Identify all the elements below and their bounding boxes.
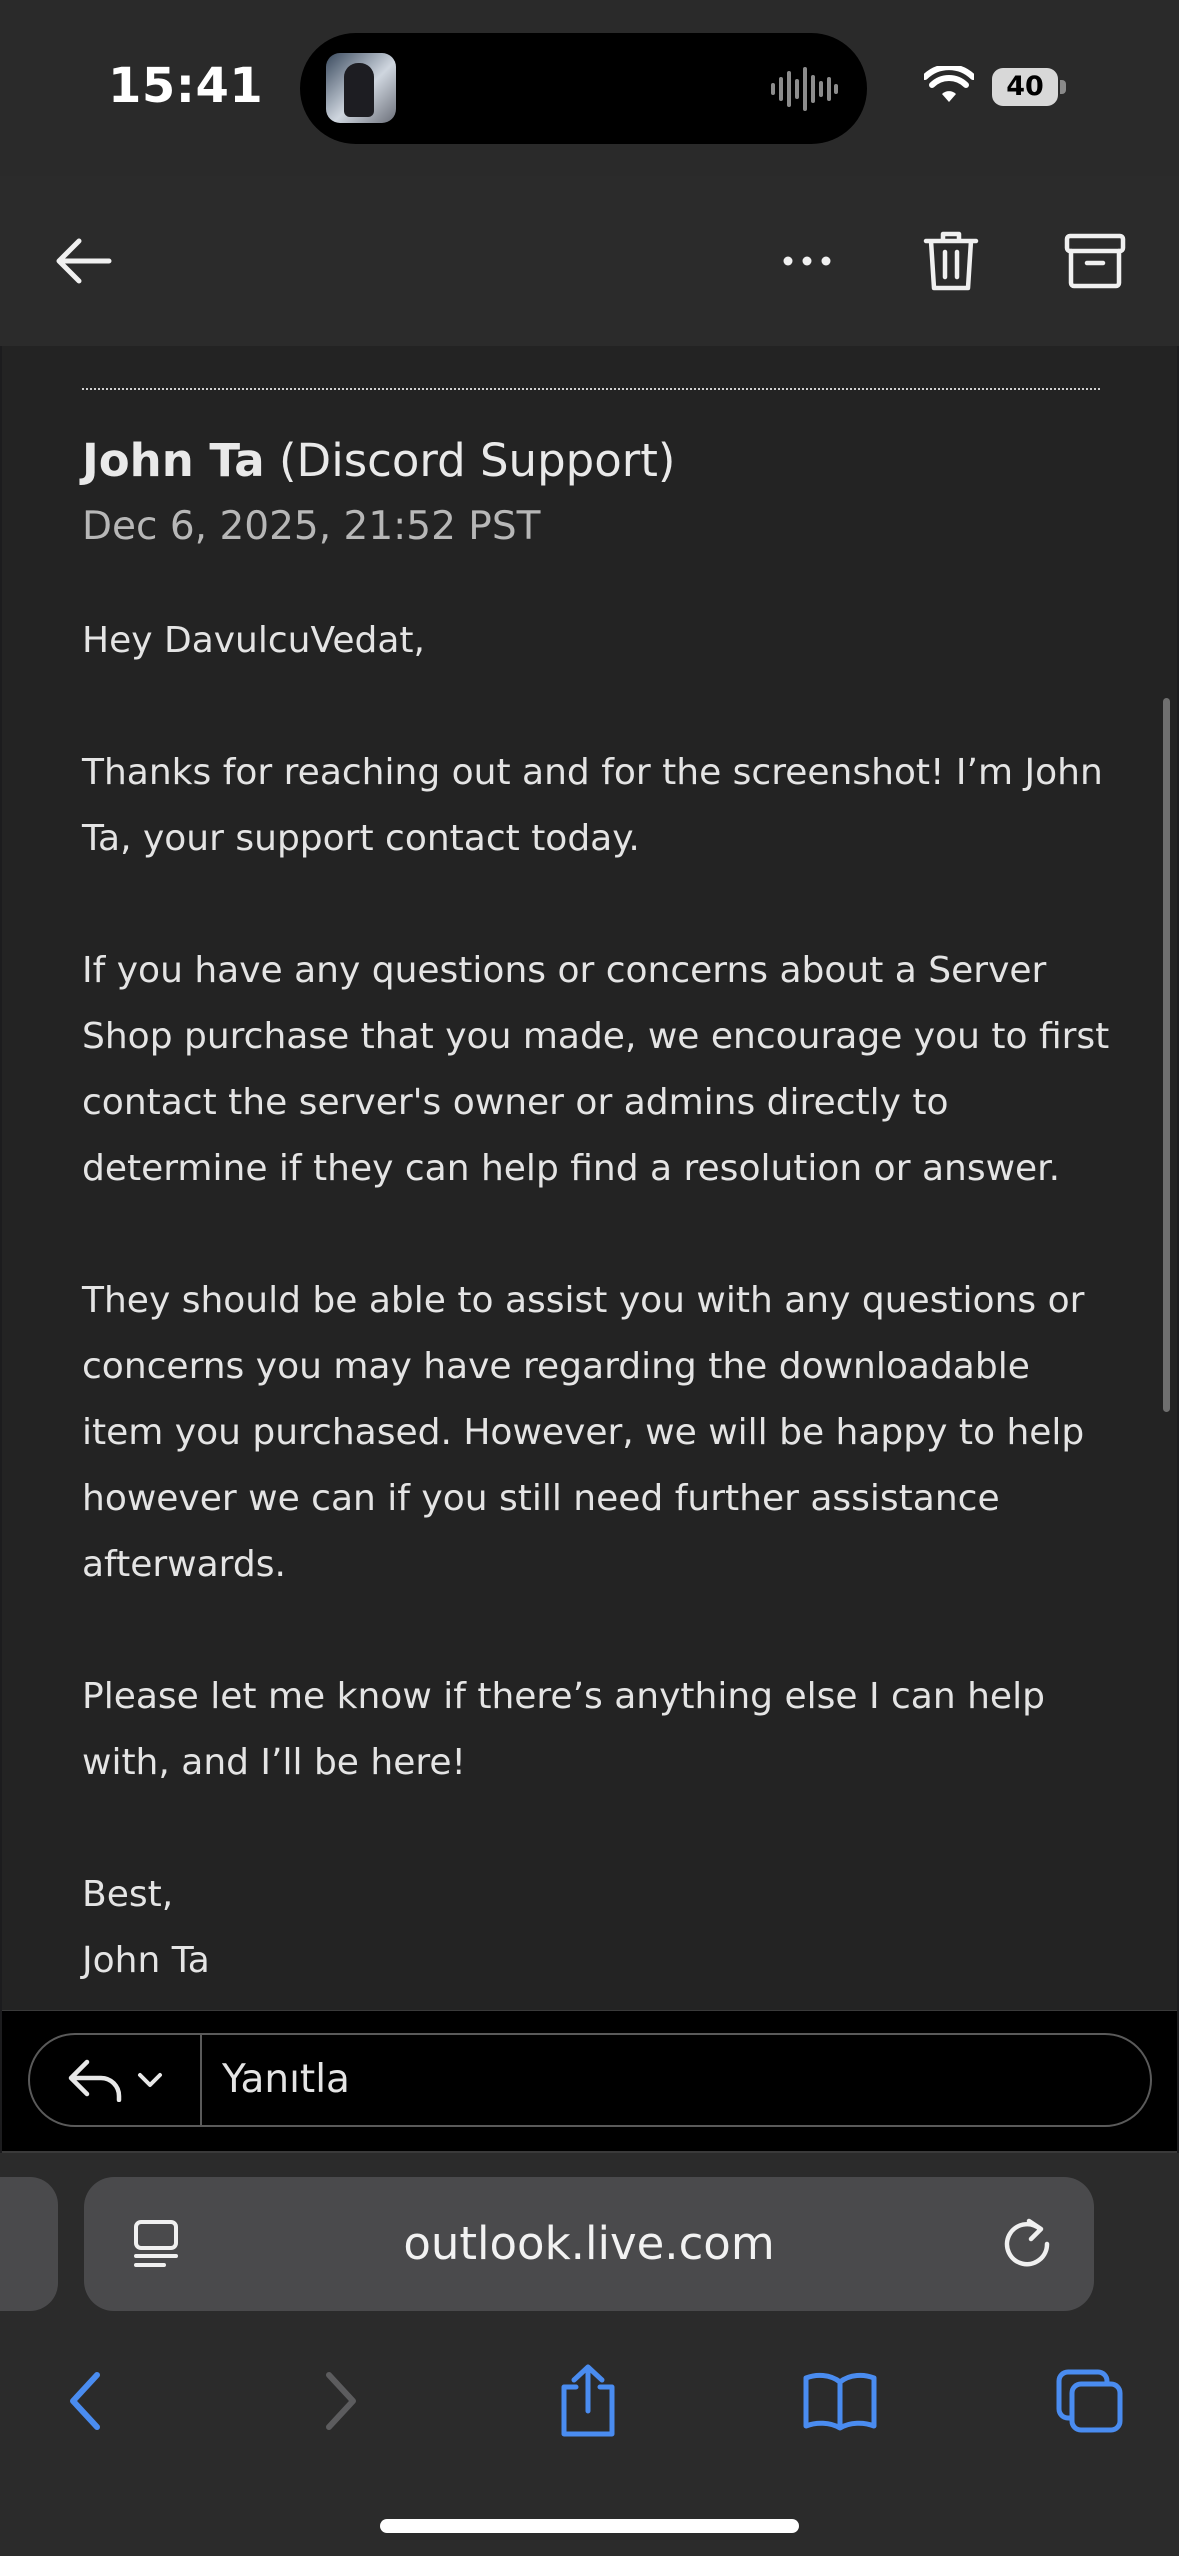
browser-bar: outlook.live.com — [0, 2153, 1179, 2556]
reload-icon[interactable] — [1000, 2217, 1054, 2271]
wifi-icon — [924, 66, 974, 102]
forward-button[interactable] — [296, 2356, 386, 2446]
now-playing-artwork — [326, 53, 396, 123]
battery-level: 40 — [992, 68, 1058, 106]
bookmarks-icon — [803, 2372, 877, 2431]
delete-button[interactable] — [906, 216, 996, 306]
home-indicator[interactable] — [380, 2519, 799, 2533]
reply-input[interactable]: Yanıtla — [222, 2035, 350, 2125]
share-button[interactable] — [543, 2356, 633, 2446]
chevron-down-icon — [138, 2073, 162, 2087]
url-text[interactable]: outlook.live.com — [84, 2177, 1094, 2311]
share-icon — [561, 2364, 615, 2437]
quote-divider — [82, 388, 1100, 390]
dynamic-island[interactable] — [300, 33, 867, 144]
reply-options-button[interactable] — [30, 2035, 202, 2125]
sender-org: (Discord Support) — [278, 434, 676, 487]
tabs-button[interactable] — [1045, 2356, 1135, 2446]
body-paragraph: Hey DavulcuVedat, — [82, 620, 425, 661]
more-icon — [783, 256, 831, 266]
bookmarks-button[interactable] — [795, 2356, 885, 2446]
audio-waveform-icon — [771, 67, 838, 111]
signature: John Ta — [82, 1940, 210, 1981]
tabs-icon — [1056, 2369, 1123, 2433]
scrollbar[interactable] — [1163, 698, 1170, 1412]
back-arrow-icon — [56, 238, 112, 284]
body-paragraph: They should be able to assist you with a… — [82, 1280, 1085, 1585]
sender: John Ta (Discord Support) — [82, 434, 675, 487]
trash-icon — [923, 231, 979, 291]
sender-name: John Ta — [82, 434, 265, 487]
more-button[interactable] — [762, 216, 852, 306]
reply-bar: Yanıtla — [2, 2010, 1177, 2153]
archive-button[interactable] — [1050, 216, 1140, 306]
previous-tab[interactable] — [0, 2177, 58, 2311]
signoff: Best, — [82, 1874, 174, 1915]
archive-icon — [1064, 233, 1126, 289]
reply-control: Yanıtla — [28, 2033, 1152, 2127]
mail-toolbar — [0, 176, 1179, 346]
status-bar: 15:41 40 — [0, 0, 1179, 176]
reply-icon — [68, 2059, 122, 2102]
battery-icon: 40 — [992, 68, 1066, 106]
body-paragraph: Please let me know if there’s anything e… — [82, 1676, 1045, 1783]
message-date: Dec 6, 2025, 21:52 PST — [82, 504, 541, 549]
back-button[interactable] — [40, 2356, 130, 2446]
back-button[interactable] — [38, 216, 128, 306]
forward-icon — [326, 2372, 356, 2430]
body-paragraph: Thanks for reaching out and for the scre… — [82, 752, 1103, 859]
address-bar[interactable]: outlook.live.com — [84, 2177, 1094, 2311]
status-time: 15:41 — [108, 58, 264, 114]
body-paragraph: If you have any questions or concerns ab… — [82, 950, 1110, 1189]
message-body: Hey DavulcuVedat, Thanks for reaching ou… — [82, 608, 1122, 1994]
back-icon — [70, 2372, 100, 2430]
email-message: John Ta (Discord Support) Dec 6, 2025, 2… — [2, 346, 1177, 2010]
